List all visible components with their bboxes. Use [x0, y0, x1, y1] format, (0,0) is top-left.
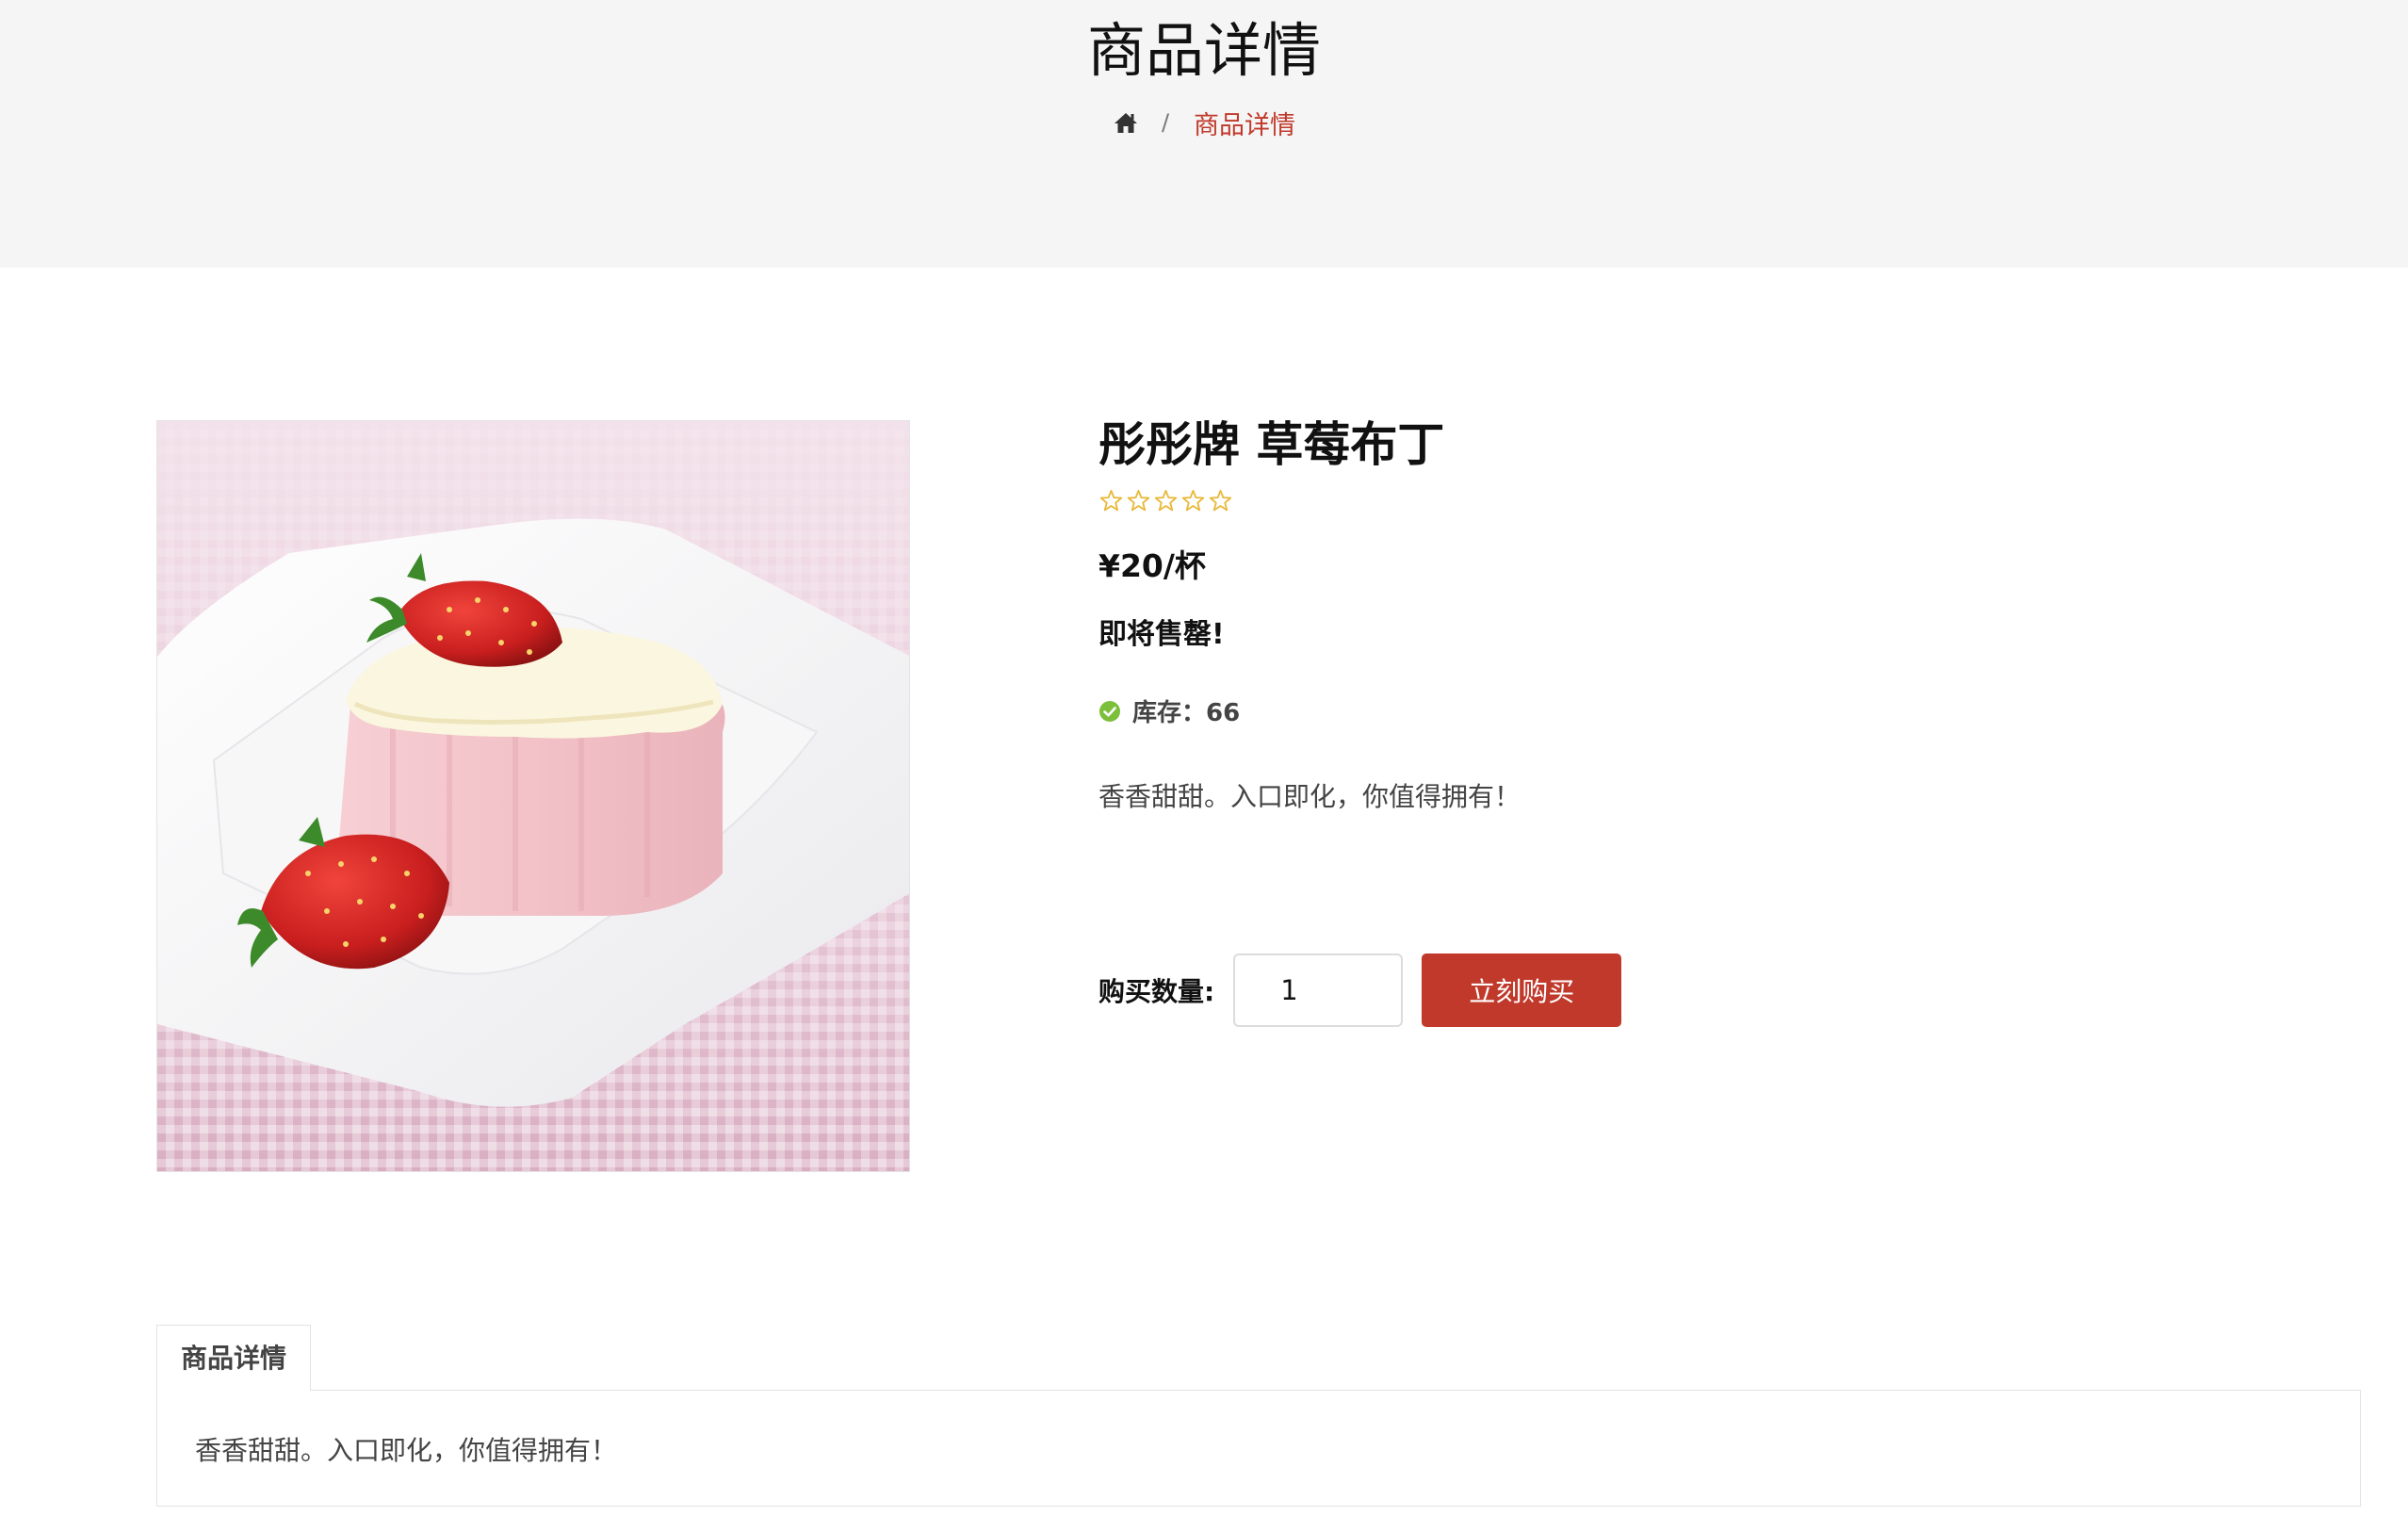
page-header-banner: 商品详情 / 商品详情 — [0, 0, 2408, 268]
star-icon[interactable] — [1180, 488, 1206, 513]
check-circle-icon — [1099, 700, 1120, 722]
star-icon[interactable] — [1126, 488, 1151, 513]
quantity-label: 购买数量: — [1098, 976, 1215, 1007]
tab-product-details[interactable]: 商品详情 — [156, 1325, 311, 1391]
product-image — [156, 420, 910, 1172]
star-icon[interactable] — [1208, 488, 1233, 513]
rating-stars — [1098, 488, 1233, 513]
tab-panel-text: 香香甜甜。入口即化，你值得拥有！ — [195, 1435, 618, 1466]
home-icon[interactable] — [1113, 109, 1139, 136]
star-icon[interactable] — [1098, 488, 1124, 513]
product-short-description: 香香甜甜。入口即化，你值得拥有！ — [1098, 781, 1521, 812]
stock-status-text: 即将售罄! — [1098, 618, 1225, 651]
page-title: 商品详情 — [1086, 16, 1321, 85]
breadcrumb-separator: / — [1161, 109, 1170, 136]
quantity-input[interactable] — [1233, 953, 1404, 1027]
buy-now-button[interactable]: 立刻购买 — [1422, 953, 1622, 1027]
tab-panel-product-details: 香香甜甜。入口即化，你值得拥有！ — [156, 1390, 2361, 1507]
stock-label: 库存：66 — [1132, 699, 1241, 727]
star-icon[interactable] — [1153, 488, 1179, 513]
strawberry-pudding-photo — [157, 421, 909, 1171]
breadcrumb: / 商品详情 — [0, 102, 2408, 143]
product-name: 彤彤牌 草莓布丁 — [1098, 417, 1445, 472]
stock-count: 库存：66 — [1098, 693, 1240, 728]
breadcrumb-current: 商品详情 — [1194, 110, 1296, 140]
product-price: ¥20/杯 — [1098, 547, 1206, 584]
purchase-row: 购买数量: 立刻购买 — [1098, 953, 1622, 1027]
